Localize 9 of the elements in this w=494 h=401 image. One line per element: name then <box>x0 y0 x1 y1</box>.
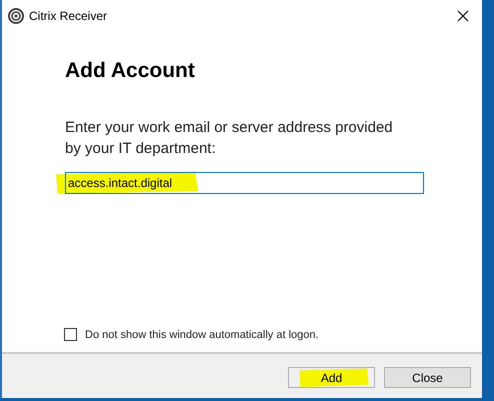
address-field[interactable]: access.intact.digital <box>65 172 424 194</box>
prompt-text: Enter your work email or server address provided by your IT department: <box>65 118 394 160</box>
window-title: Citrix Receiver <box>29 8 108 25</box>
dialog-button[interactable]: Close <box>384 367 471 388</box>
dialog-heading: Add Account <box>65 58 196 84</box>
checkbox[interactable] <box>64 328 77 342</box>
close-icon[interactable] <box>456 9 470 23</box>
dialog-button[interactable]: Add <box>288 367 375 388</box>
checkbox-label: Do not show this window automatically at logon. <box>85 328 319 342</box>
